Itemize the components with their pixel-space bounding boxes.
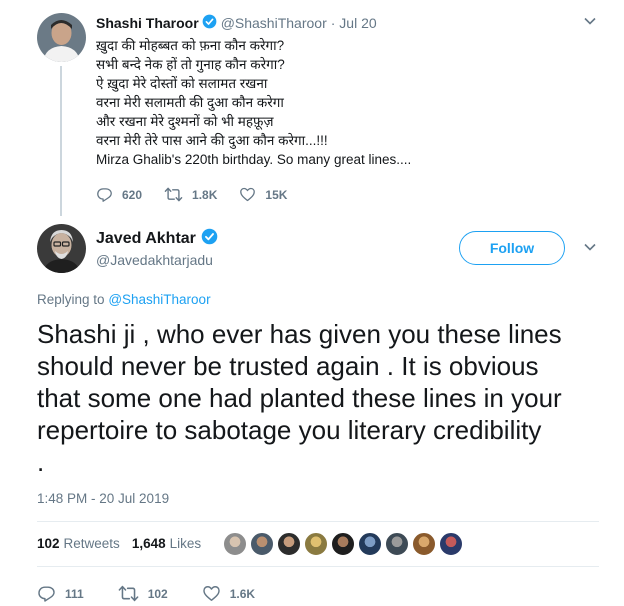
retweets-stat-count: 102 (37, 536, 60, 551)
parent-retweet-button[interactable]: 1.8K (164, 186, 217, 203)
main-like-count: 1.6K (229, 586, 256, 601)
likes-stat[interactable]: 1,648 Likes (132, 536, 201, 551)
parent-tweet-line: वरना मेरी सलामती की दुआ कौन करेगा (96, 95, 284, 110)
liker-avatar[interactable] (331, 532, 355, 556)
likes-stat-count: 1,648 (131, 536, 166, 551)
liker-avatars (223, 532, 466, 556)
main-author-name-row: Javed Akhtar (96, 228, 222, 250)
tweet-timestamp[interactable]: 1:48 PM - 20 Jul 2019 (37, 491, 169, 506)
parent-reply-button[interactable]: 620 (96, 186, 142, 203)
stats-divider-bottom (37, 566, 599, 567)
reply-icon (97, 188, 112, 202)
like-icon (240, 187, 256, 202)
main-tweet-line: Shashi ji , who ever has given you these… (37, 319, 562, 349)
likes-stat-label: Likes (169, 536, 202, 551)
main-author-avatar[interactable] (37, 224, 86, 273)
main-tweet-text: Shashi ji , who ever has given you these… (37, 318, 617, 478)
liker-avatar[interactable] (277, 532, 301, 556)
liker-avatar[interactable] (412, 532, 436, 556)
parent-tweet-line: ख़ुदा की मोहब्बत को फ़ना कौन करेगा? (96, 38, 285, 53)
chevron-down-icon[interactable] (583, 14, 597, 31)
main-retweet-count: 102 (147, 586, 168, 601)
liker-avatar[interactable] (250, 532, 274, 556)
parent-tweet-line: और रखना मेरे दुश्मनों को भी महफ़ूज़ (96, 114, 274, 129)
replying-to: Replying to @ShashiTharoor (37, 292, 211, 307)
parent-tweet-date[interactable]: · Jul 20 (331, 15, 377, 31)
parent-author-name[interactable]: Shashi Tharoor (96, 15, 199, 31)
parent-tweet-line: ऐ ख़ुदा मेरे दोस्तों को सलामत रखना (96, 76, 268, 91)
retweets-stat[interactable]: 102 Retweets (37, 536, 120, 551)
parent-author-avatar[interactable] (37, 13, 86, 62)
parent-tweet-header: Shashi Tharoor @ShashiTharoor · Jul 20 (96, 14, 377, 32)
replying-to-link[interactable]: @ShashiTharoor (108, 292, 210, 307)
liker-avatar[interactable] (385, 532, 409, 556)
main-tweet-line: . (37, 447, 45, 477)
main-author-name[interactable]: Javed Akhtar (96, 230, 196, 248)
retweet-icon (118, 585, 139, 602)
thread-connector-line (60, 66, 62, 216)
liker-avatar[interactable] (439, 532, 463, 556)
reply-icon (38, 586, 55, 602)
liker-avatar[interactable] (223, 532, 247, 556)
parent-like-count: 15K (265, 187, 288, 202)
engagement-stats: 102 Retweets 1,648 Likes (37, 536, 213, 551)
parent-tweet-line: Mirza Ghalib's 220th birthday. So many g… (96, 152, 412, 167)
main-author-handle[interactable]: @Javedakhtarjadu (96, 252, 213, 268)
main-tweet-line: repertoire to sabotage you literary cred… (37, 415, 542, 445)
retweets-stat-label: Retweets (63, 536, 120, 551)
parent-reply-count: 620 (122, 187, 143, 202)
parent-tweet-actions: 620 1.8K 15K (96, 186, 309, 203)
parent-retweet-count: 1.8K (192, 187, 218, 202)
parent-tweet-text: ख़ुदा की मोहब्बत को फ़ना कौन करेगा? सभी … (96, 36, 576, 169)
liker-avatar[interactable] (358, 532, 382, 556)
parent-author-handle[interactable]: @ShashiTharoor (221, 15, 327, 31)
parent-like-button[interactable]: 15K (239, 186, 287, 203)
like-icon (203, 586, 220, 601)
parent-tweet-line: सभी बन्दे नेक हों तो गुनाह कौन करेगा? (96, 57, 285, 72)
main-tweet-line: that some one had planted these lines in… (37, 383, 562, 413)
main-retweet-button[interactable]: 102 (118, 584, 168, 603)
follow-button[interactable]: Follow (459, 231, 565, 265)
verified-badge-icon (202, 14, 217, 32)
main-tweet-line: should never be trusted again . It is ob… (37, 351, 539, 381)
stats-divider-top (37, 521, 599, 522)
parent-tweet-line: वरना मेरी तेरे पास आने की दुआ कौन करेगा.… (96, 133, 328, 148)
verified-badge-icon (201, 228, 218, 250)
retweet-icon (164, 187, 183, 202)
main-reply-count: 111 (65, 586, 84, 601)
chevron-down-icon[interactable] (583, 240, 597, 257)
liker-avatar[interactable] (304, 532, 328, 556)
replying-prefix: Replying to (37, 292, 105, 307)
main-like-button[interactable]: 1.6K (202, 584, 255, 603)
main-reply-button[interactable]: 111 (37, 584, 84, 603)
main-tweet-actions: 111 102 1.6K (37, 584, 277, 603)
